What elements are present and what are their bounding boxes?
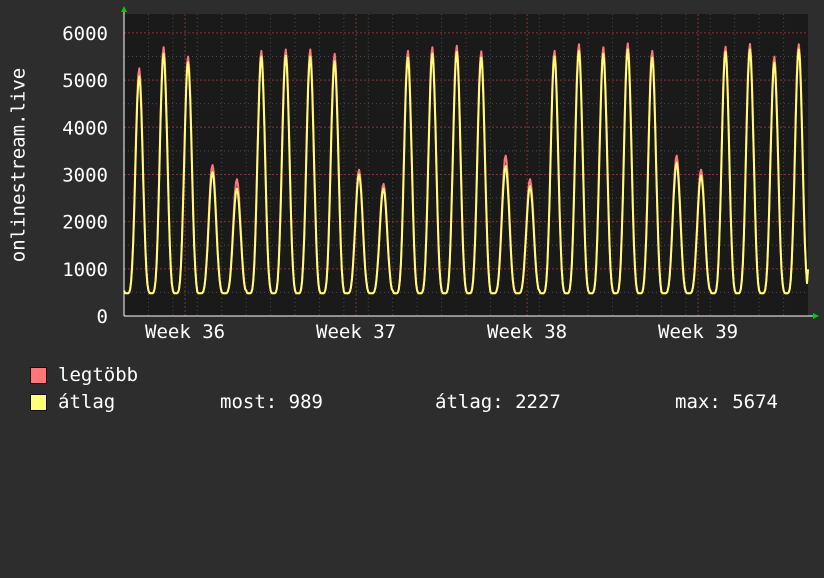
y-tick-label: 3000 (62, 164, 108, 186)
x-tick-label: Week 38 (487, 321, 567, 343)
legend-label-max: legtöbb (58, 364, 139, 386)
legend: legtöbb átlag most: 989 átlag: 2227 max:… (30, 362, 810, 416)
y-tick-label: 0 (97, 306, 108, 328)
stat-max: max: 5674 (675, 391, 778, 413)
y-tick-label: 1000 (62, 259, 108, 281)
legend-row-avg: átlag most: 989 átlag: 2227 max: 5674 (30, 389, 810, 416)
x-tick-label: Week 37 (316, 321, 396, 343)
stat-now: most: 989 (220, 391, 323, 413)
x-axis-arrow (813, 313, 819, 319)
y-axis-arrow (121, 6, 127, 12)
x-tick-label: Week 39 (658, 321, 738, 343)
legend-row-max: legtöbb (30, 362, 810, 389)
y-tick-label: 2000 (62, 212, 108, 234)
y-tick-label: 6000 (62, 23, 108, 45)
y-axis-label: onlinestream.live (8, 68, 30, 262)
legend-swatch-avg (30, 394, 47, 411)
x-tick-label: Week 36 (145, 321, 225, 343)
stat-average: átlag: 2227 (435, 391, 561, 413)
y-tick-label: 5000 (62, 70, 108, 92)
legend-swatch-max (30, 367, 47, 384)
y-tick-label: 4000 (62, 117, 108, 139)
legend-label-avg: átlag (58, 391, 116, 413)
